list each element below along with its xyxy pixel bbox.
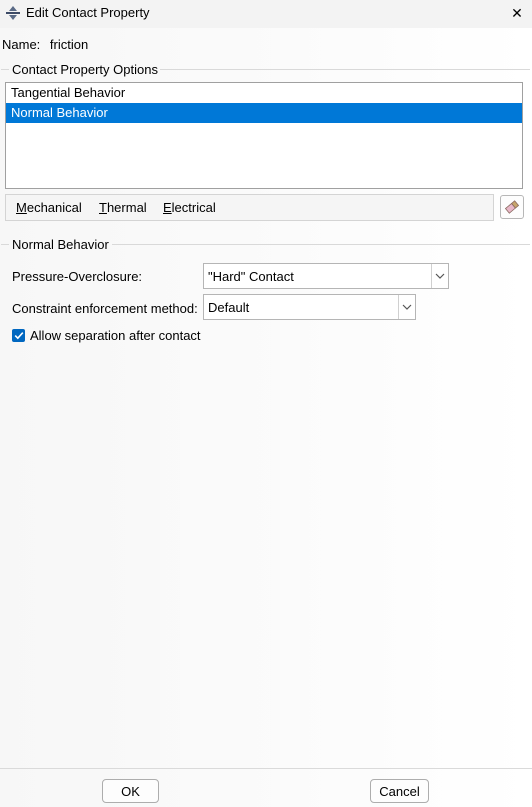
ok-button[interactable]: OK <box>102 779 159 803</box>
menu-thermal[interactable]: Thermal <box>99 200 147 215</box>
constraint-method-select[interactable]: Default <box>203 294 416 320</box>
window-title: Edit Contact Property <box>26 5 150 20</box>
list-item-normal-behavior[interactable]: Normal Behavior <box>6 103 522 123</box>
dialog-body: Name: friction Contact Property Options … <box>0 28 532 807</box>
close-icon: ✕ <box>511 4 523 21</box>
contact-options-list[interactable]: Tangential Behavior Normal Behavior <box>5 82 523 189</box>
menu-electrical[interactable]: Electrical <box>163 200 216 215</box>
allow-separation-checkbox[interactable] <box>12 329 25 342</box>
group-rule <box>160 69 530 70</box>
chevron-down-icon <box>398 295 415 319</box>
pressure-overclosure-select[interactable]: "Hard" Contact <box>203 263 449 289</box>
close-button[interactable]: ✕ <box>502 0 532 26</box>
option-menu-bar: Mechanical Thermal Electrical <box>5 194 494 221</box>
pressure-overclosure-label: Pressure-Overclosure: <box>12 269 143 284</box>
name-row: Name: friction <box>2 37 88 52</box>
name-label: Name: <box>2 37 41 52</box>
eraser-icon <box>505 200 519 214</box>
constraint-method-value: Default <box>208 300 250 315</box>
group-rule <box>112 244 530 245</box>
allow-separation-label: Allow separation after contact <box>30 328 201 343</box>
list-item-tangential-behavior[interactable]: Tangential Behavior <box>6 83 522 103</box>
allow-separation-row[interactable]: Allow separation after contact <box>12 328 201 343</box>
name-value: friction <box>49 37 89 52</box>
behavior-group-title: Normal Behavior <box>12 237 109 252</box>
checkmark-icon <box>14 332 23 340</box>
chevron-down-icon <box>431 264 448 288</box>
constraint-method-label: Constraint enforcement method: <box>12 301 198 316</box>
group-rule <box>1 69 9 70</box>
menu-mechanical[interactable]: Mechanical <box>16 200 82 215</box>
pressure-overclosure-value: "Hard" Contact <box>208 269 294 284</box>
options-group-title: Contact Property Options <box>12 62 158 77</box>
group-rule <box>1 244 9 245</box>
delete-option-button[interactable] <box>500 195 524 219</box>
cancel-button[interactable]: Cancel <box>370 779 429 803</box>
app-icon <box>5 5 21 21</box>
title-bar: Edit Contact Property ✕ <box>0 0 532 28</box>
footer-divider <box>0 768 532 769</box>
